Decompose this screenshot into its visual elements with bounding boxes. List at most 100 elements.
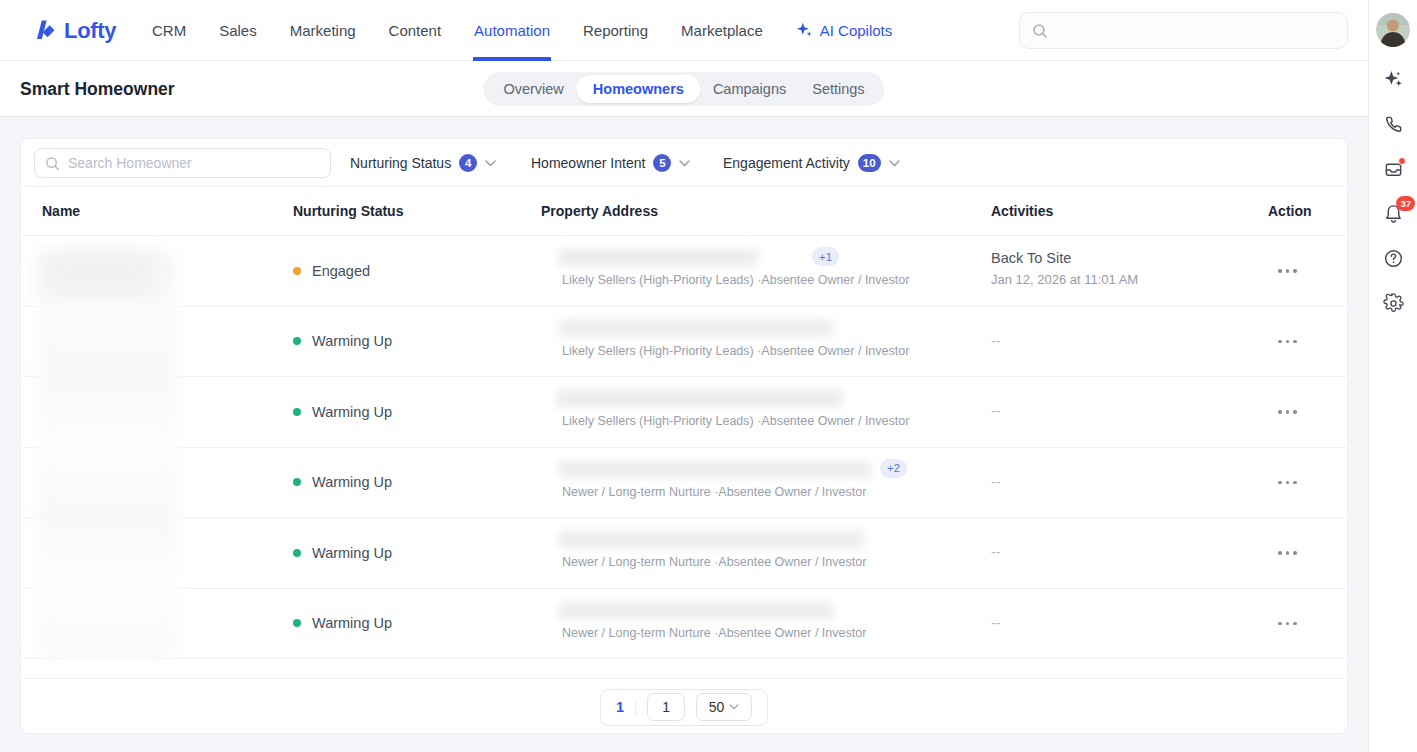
status-label: Warming Up — [312, 474, 392, 490]
page-size-value: 50 — [709, 699, 725, 715]
status-dot — [293, 408, 301, 416]
chevron-down-icon — [889, 160, 900, 167]
nav-item-automation[interactable]: Automation — [474, 0, 550, 61]
search-icon — [45, 156, 60, 171]
row-actions-button[interactable] — [1278, 518, 1297, 588]
redacted-address — [559, 249, 758, 266]
nurturing-status-cell: Warming Up — [293, 518, 392, 588]
user-avatar[interactable] — [1376, 13, 1410, 47]
col-header-name: Name — [42, 187, 80, 236]
segment-label: Likely Sellers (High-Priority Leads) ·Ab… — [562, 273, 909, 287]
nurturing-status-cell: Warming Up — [293, 589, 392, 659]
tab-campaigns[interactable]: Campaigns — [700, 74, 799, 104]
property-address-cell: +2 Newer / Long-term Nurture ·Absentee O… — [541, 448, 1001, 518]
filter-toolbar: Nurturing Status 4 Homeowner Intent 5 En… — [21, 139, 1347, 187]
nav-item-ai-copilots[interactable]: AI Copilots — [796, 0, 893, 61]
filter-count-badge: 5 — [653, 154, 671, 172]
main-nav: CRM Sales Marketing Content Automation R… — [152, 0, 892, 61]
chevron-down-icon — [679, 160, 690, 167]
pagination-row: 1 50 — [21, 679, 1347, 734]
segment-label: Likely Sellers (High-Priority Leads) ·Ab… — [562, 414, 909, 428]
status-label: Engaged — [312, 263, 370, 279]
notification-count-badge: 37 — [1396, 196, 1415, 211]
table-row: Warming Up +2 Newer / Long-term Nurture … — [21, 448, 1347, 519]
status-dot — [293, 478, 301, 486]
row-actions-button[interactable] — [1278, 448, 1297, 518]
search-homeowner-box[interactable] — [34, 148, 331, 178]
activities-cell: -- — [991, 589, 1251, 659]
col-header-nurturing-status: Nurturing Status — [293, 187, 403, 236]
filter-count-badge: 4 — [459, 154, 477, 172]
tab-homeowners[interactable]: Homeowners — [577, 75, 700, 103]
redacted-address — [559, 602, 833, 619]
activities-cell: Back To Site Jan 12, 2026 at 11:01 AM — [991, 236, 1251, 306]
table-row: Warming Up Likely Sellers (High-Priority… — [21, 307, 1347, 378]
status-label: Warming Up — [312, 545, 392, 561]
nurturing-status-cell: Engaged — [293, 236, 370, 306]
settings-gear-icon[interactable] — [1383, 293, 1404, 314]
nav-item-marketplace[interactable]: Marketplace — [681, 0, 763, 61]
activity-label: -- — [991, 333, 1000, 349]
tab-bar: Overview Homeowners Campaigns Settings — [483, 72, 884, 106]
redacted-address — [559, 320, 833, 337]
filter-homeowner-intent[interactable]: Homeowner Intent 5 — [531, 139, 690, 187]
filter-engagement-activity[interactable]: Engagement Activity 10 — [723, 139, 900, 187]
tab-overview[interactable]: Overview — [490, 74, 576, 104]
status-dot — [293, 619, 301, 627]
global-search[interactable] — [1019, 12, 1348, 49]
col-header-property-address: Property Address — [541, 187, 658, 236]
notifications-bell-icon[interactable]: 37 — [1383, 203, 1404, 224]
col-header-activities: Activities — [991, 187, 1053, 236]
filter-count-badge: 10 — [858, 154, 881, 172]
global-search-input[interactable] — [1056, 23, 1335, 39]
status-dot — [293, 337, 301, 345]
nav-item-content[interactable]: Content — [389, 0, 442, 61]
homeowners-table-card: Nurturing Status 4 Homeowner Intent 5 En… — [20, 138, 1348, 734]
status-dot — [293, 267, 301, 275]
inbox-unread-dot — [1398, 157, 1406, 165]
filter-label: Homeowner Intent — [531, 155, 645, 171]
page-header: Smart Homeowner Overview Homeowners Camp… — [0, 61, 1368, 117]
nav-item-marketing[interactable]: Marketing — [290, 0, 356, 61]
row-actions-button[interactable] — [1278, 236, 1297, 306]
row-actions-button[interactable] — [1278, 589, 1297, 659]
property-address-cell: Newer / Long-term Nurture ·Absentee Owne… — [541, 589, 1001, 659]
more-addresses-badge: +1 — [812, 247, 839, 266]
top-navigation-bar: Lofty CRM Sales Marketing Content Automa… — [0, 0, 1368, 61]
redacted-address — [559, 461, 871, 478]
nav-item-reporting[interactable]: Reporting — [583, 0, 648, 61]
redacted-name-blob — [43, 253, 157, 297]
status-dot — [293, 549, 301, 557]
table-row: Warming Up Newer / Long-term Nurture ·Ab… — [21, 518, 1347, 589]
activities-cell: -- — [991, 518, 1251, 588]
right-utility-sidebar: 37 — [1368, 0, 1417, 752]
segment-label: Newer / Long-term Nurture ·Absentee Owne… — [562, 555, 866, 569]
nurturing-status-cell: Warming Up — [293, 307, 392, 377]
filter-nurturing-status[interactable]: Nurturing Status 4 — [350, 139, 496, 187]
activity-label: Back To Site — [991, 250, 1071, 266]
row-actions-button[interactable] — [1278, 377, 1297, 447]
lofty-logo-text: Lofty — [64, 18, 116, 44]
page-title: Smart Homeowner — [20, 61, 175, 117]
activities-cell: -- — [991, 307, 1251, 377]
nurturing-status-cell: Warming Up — [293, 377, 392, 447]
search-homeowner-input[interactable] — [68, 155, 320, 171]
ai-assistant-icon[interactable] — [1383, 69, 1404, 90]
help-icon[interactable] — [1383, 248, 1404, 269]
current-page[interactable]: 1 — [616, 699, 624, 715]
nav-item-crm[interactable]: CRM — [152, 0, 186, 61]
row-actions-button[interactable] — [1278, 307, 1297, 377]
table-row: Warming Up Newer / Long-term Nurture ·Ab… — [21, 589, 1347, 660]
phone-icon[interactable] — [1383, 114, 1404, 135]
page-input[interactable] — [647, 693, 685, 721]
redacted-address — [556, 390, 843, 407]
page-size-select[interactable]: 50 — [696, 693, 752, 721]
table-row: Engaged +1 Likely Sellers (High-Priority… — [21, 236, 1347, 307]
lofty-logo[interactable]: Lofty — [30, 0, 116, 61]
tab-settings[interactable]: Settings — [799, 74, 877, 104]
inbox-icon[interactable] — [1383, 159, 1404, 180]
filter-label: Nurturing Status — [350, 155, 451, 171]
activity-label: -- — [991, 403, 1000, 419]
nav-item-sales[interactable]: Sales — [219, 0, 257, 61]
ai-sparkle-icon — [796, 22, 813, 39]
